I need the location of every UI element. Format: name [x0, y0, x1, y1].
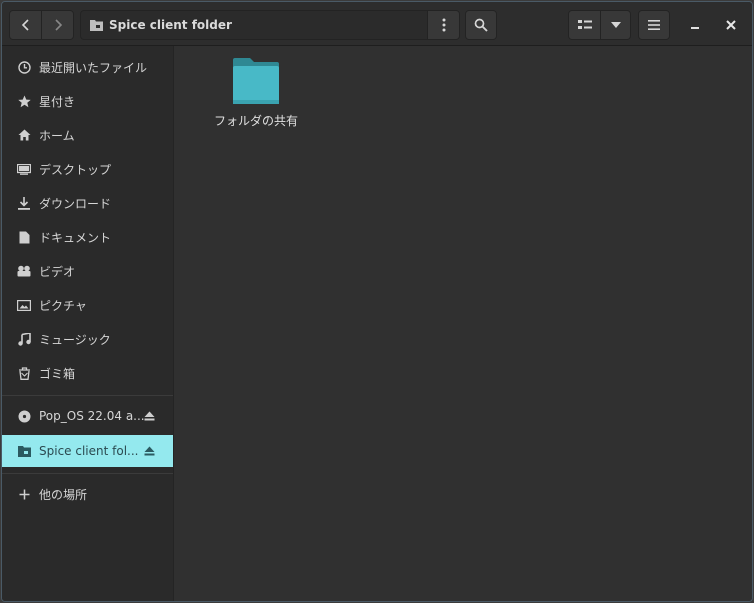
sidebar-separator [2, 395, 173, 396]
path-bar[interactable]: Spice client folder [80, 10, 428, 40]
trash-icon [17, 366, 31, 380]
file-manager-window: Spice client folder 最近開いたファイル 星付き ホーム デス… [1, 1, 753, 602]
file-view: フォルダの共有 [174, 46, 752, 601]
sidebar-item-label: デスクトップ [39, 162, 112, 177]
folder-icon [90, 20, 103, 31]
back-button[interactable] [9, 10, 42, 40]
home-icon [17, 128, 31, 142]
view-options-button[interactable] [600, 10, 631, 40]
folder-label: フォルダの共有 [213, 114, 298, 128]
clock-icon [17, 60, 31, 74]
minimize-icon [691, 27, 699, 29]
plus-icon [17, 487, 31, 501]
sidebar-separator [2, 473, 173, 474]
eject-icon[interactable] [142, 444, 156, 458]
hamburger-icon [648, 20, 660, 30]
header-bar: Spice client folder [2, 2, 752, 46]
sidebar-item-label: ダウンロード [39, 196, 112, 211]
chevron-left-icon [21, 19, 29, 31]
close-icon [726, 20, 736, 30]
vertical-dots-icon [442, 18, 445, 32]
path-menu-button[interactable] [427, 10, 460, 40]
sidebar-item-label: 最近開いたファイル [39, 60, 148, 75]
sidebar-item-recent[interactable]: 最近開いたファイル [2, 51, 173, 83]
sidebar-item-pictures[interactable]: ピクチャ [2, 289, 173, 321]
sidebar-item-spice-client-folder[interactable]: Spice client fol... [2, 435, 173, 467]
network-folder-icon [17, 444, 31, 458]
sidebar-item-label: ピクチャ [39, 298, 87, 313]
disc-icon [17, 409, 31, 423]
sidebar-item-trash[interactable]: ゴミ箱 [2, 357, 173, 389]
folder-item-shared[interactable]: フォルダの共有 [210, 56, 302, 136]
eject-icon[interactable] [142, 409, 156, 423]
path-label: Spice client folder [109, 18, 232, 32]
sidebar-item-label: ミュージック [39, 332, 111, 347]
download-icon [17, 196, 31, 210]
sidebar-item-label: ドキュメント [39, 230, 112, 245]
sidebar-item-downloads[interactable]: ダウンロード [2, 187, 173, 219]
close-button[interactable] [719, 13, 743, 37]
sidebar: 最近開いたファイル 星付き ホーム デスクトップ ダウンロード ドキュメント ビ… [2, 46, 174, 601]
picture-icon [17, 298, 31, 312]
folder-icon [233, 58, 279, 104]
sidebar-item-documents[interactable]: ドキュメント [2, 221, 173, 253]
sidebar-item-videos[interactable]: ビデオ [2, 255, 173, 287]
main-menu-button[interactable] [638, 10, 670, 40]
music-icon [17, 332, 31, 346]
sidebar-item-music[interactable]: ミュージック [2, 323, 173, 355]
sidebar-item-label: ビデオ [39, 264, 76, 279]
sidebar-item-label: Pop_OS 22.04 a... [39, 409, 145, 423]
star-icon [17, 94, 31, 108]
document-icon [17, 230, 31, 244]
sidebar-item-label: 他の場所 [39, 487, 88, 502]
search-icon [474, 18, 488, 32]
sidebar-item-label: Spice client fol... [39, 444, 139, 458]
minimize-button[interactable] [683, 13, 707, 37]
sidebar-item-desktop[interactable]: デスクトップ [2, 153, 173, 185]
sidebar-item-label: ホーム [39, 128, 75, 143]
video-icon [17, 264, 31, 278]
sidebar-item-label: ゴミ箱 [39, 366, 76, 381]
sidebar-item-home[interactable]: ホーム [2, 119, 173, 151]
chevron-down-icon [610, 22, 621, 28]
search-button[interactable] [465, 10, 497, 40]
sidebar-item-pop-os-disc[interactable]: Pop_OS 22.04 a... [2, 400, 173, 432]
view-mode-button[interactable] [568, 10, 601, 40]
desktop-icon [17, 162, 31, 176]
forward-button[interactable] [41, 10, 74, 40]
list-view-icon [577, 20, 592, 29]
sidebar-item-other-locations[interactable]: 他の場所 [2, 478, 173, 510]
sidebar-item-starred[interactable]: 星付き [2, 85, 173, 117]
chevron-right-icon [54, 19, 62, 31]
sidebar-item-label: 星付き [39, 94, 76, 109]
